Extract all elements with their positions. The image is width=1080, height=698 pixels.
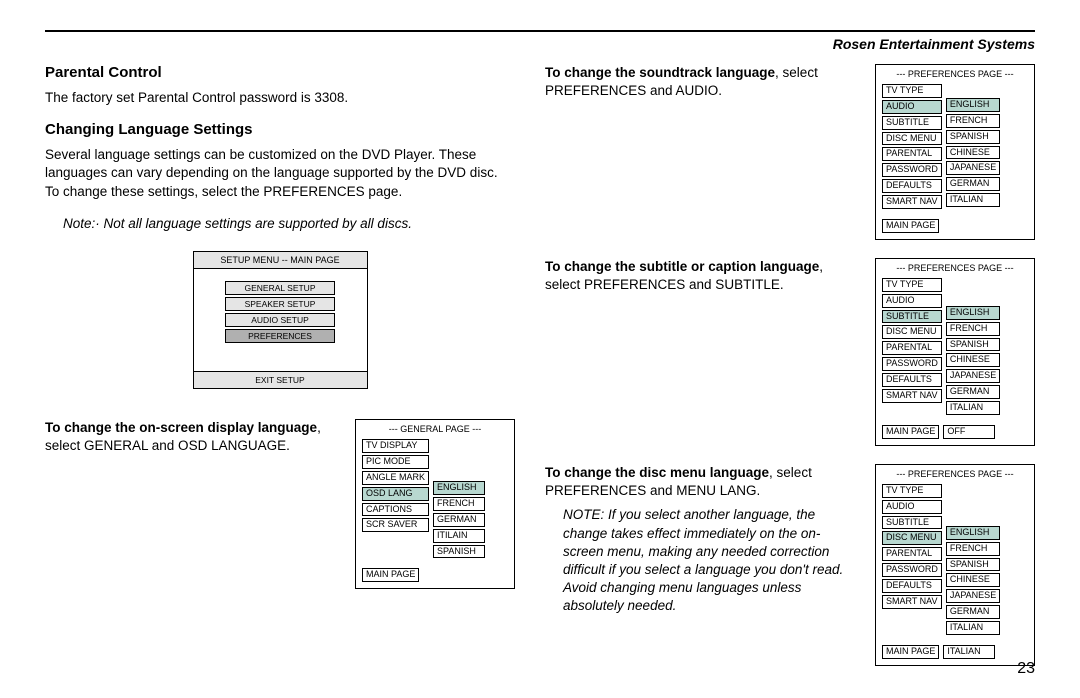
page-number: 23 bbox=[1017, 660, 1035, 678]
menu-item: DEFAULTS bbox=[882, 373, 942, 387]
menu-item: SMART NAV bbox=[882, 195, 942, 209]
setup-menu-item: GENERAL SETUP bbox=[225, 281, 335, 295]
menu-item: TV DISPLAY bbox=[362, 439, 429, 453]
menu-item: JAPANESE bbox=[946, 589, 1000, 603]
setup-menu-item: SPEAKER SETUP bbox=[225, 297, 335, 311]
menu-item: SUBTITLE bbox=[882, 310, 942, 324]
menu-item: GERMAN bbox=[946, 385, 1000, 399]
general-page-figure: --- GENERAL PAGE --- TV DISPLAY PIC MODE A… bbox=[355, 419, 515, 589]
menu-item: SMART NAV bbox=[882, 595, 942, 609]
menu-item: ITALIAN bbox=[946, 401, 1000, 415]
menu-item: FRENCH bbox=[946, 114, 1000, 128]
menu-item: PASSWORD bbox=[882, 163, 942, 177]
menu-item: AUDIO bbox=[882, 100, 942, 114]
menu-item: FRENCH bbox=[433, 497, 485, 511]
menu-item: ENGLISH bbox=[946, 306, 1000, 320]
menu-item: SPANISH bbox=[946, 130, 1000, 144]
menu-item: DEFAULTS bbox=[882, 579, 942, 593]
subtitle-instruction: To change the subtitle or caption langua… bbox=[545, 258, 860, 294]
menu-item: FRENCH bbox=[946, 542, 1000, 556]
osd-instruction: To change the on-screen display language… bbox=[45, 419, 340, 455]
menu-item: SPANISH bbox=[946, 338, 1000, 352]
pref-disc-footer1: MAIN PAGE bbox=[882, 645, 939, 659]
menu-item: SUBTITLE bbox=[882, 116, 942, 130]
pref-subtitle-title: --- PREFERENCES PAGE --- bbox=[882, 264, 1028, 274]
menu-item: DISC MENU bbox=[882, 531, 942, 545]
language-note: Note:· Not all language settings are sup… bbox=[63, 215, 515, 233]
menu-item: ITALIAN bbox=[946, 193, 1000, 207]
setup-menu-item: PREFERENCES bbox=[225, 329, 335, 343]
setup-menu-figure: SETUP MENU -- MAIN PAGE GENERAL SETUP SPE… bbox=[193, 251, 368, 389]
menu-item: CHINESE bbox=[946, 353, 1000, 367]
menu-item: SCR SAVER bbox=[362, 518, 429, 532]
menu-item: JAPANESE bbox=[946, 161, 1000, 175]
pref-audio-footer: MAIN PAGE bbox=[882, 219, 939, 233]
menu-item: GERMAN bbox=[946, 605, 1000, 619]
setup-menu-title: SETUP MENU -- MAIN PAGE bbox=[194, 252, 367, 269]
setup-menu-item: AUDIO SETUP bbox=[225, 313, 335, 327]
pref-subtitle-figure: --- PREFERENCES PAGE --- TV TYPE AUDIO SUB… bbox=[875, 258, 1035, 446]
language-settings-text: Several language settings can be customi… bbox=[45, 146, 515, 201]
pref-subtitle-footer2: OFF bbox=[943, 425, 995, 439]
disc-menu-note: NOTE: If you select another language, th… bbox=[563, 506, 860, 615]
setup-menu-footer: EXIT SETUP bbox=[194, 371, 367, 388]
menu-item: SMART NAV bbox=[882, 389, 942, 403]
menu-item: TV TYPE bbox=[882, 278, 942, 292]
menu-item: AUDIO bbox=[882, 294, 942, 308]
parental-control-text: The factory set Parental Control passwor… bbox=[45, 89, 515, 107]
menu-item: FRENCH bbox=[946, 322, 1000, 336]
menu-item: PIC MODE bbox=[362, 455, 429, 469]
menu-item: PARENTAL bbox=[882, 547, 942, 561]
general-footer: MAIN PAGE bbox=[362, 568, 419, 582]
heading-parental-control: Parental Control bbox=[45, 64, 515, 81]
menu-item: ENGLISH bbox=[946, 98, 1000, 112]
menu-item: ITILAIN bbox=[433, 529, 485, 543]
menu-item: PASSWORD bbox=[882, 563, 942, 577]
pref-audio-figure: --- PREFERENCES PAGE --- TV TYPE AUDIO SUB… bbox=[875, 64, 1035, 240]
audio-instruction: To change the soundtrack language, selec… bbox=[545, 64, 860, 100]
menu-item: AUDIO bbox=[882, 500, 942, 514]
menu-item: DISC MENU bbox=[882, 132, 942, 146]
menu-item: PARENTAL bbox=[882, 341, 942, 355]
menu-item: PARENTAL bbox=[882, 147, 942, 161]
menu-item: TV TYPE bbox=[882, 84, 942, 98]
menu-item: ITALIAN bbox=[946, 621, 1000, 635]
general-page-title: --- GENERAL PAGE --- bbox=[362, 425, 508, 435]
pref-disc-title: --- PREFERENCES PAGE --- bbox=[882, 470, 1028, 480]
pref-disc-footer2: ITALIAN bbox=[943, 645, 995, 659]
menu-item: PASSWORD bbox=[882, 357, 942, 371]
menu-item: GERMAN bbox=[433, 513, 485, 527]
menu-item: ANGLE MARK bbox=[362, 471, 429, 485]
menu-item: OSD LANG bbox=[362, 487, 429, 501]
pref-audio-title: --- PREFERENCES PAGE --- bbox=[882, 70, 1028, 80]
menu-item: SUBTITLE bbox=[882, 516, 942, 530]
heading-language-settings: Changing Language Settings bbox=[45, 121, 515, 138]
menu-item: ENGLISH bbox=[433, 481, 485, 495]
menu-item: GERMAN bbox=[946, 177, 1000, 191]
menu-item: TV TYPE bbox=[882, 484, 942, 498]
menu-item: JAPANESE bbox=[946, 369, 1000, 383]
menu-item: CHINESE bbox=[946, 573, 1000, 587]
pref-subtitle-footer1: MAIN PAGE bbox=[882, 425, 939, 439]
brand-label: Rosen Entertainment Systems bbox=[45, 36, 1035, 52]
menu-item: SPANISH bbox=[946, 558, 1000, 572]
disc-menu-instruction: To change the disc menu language, select… bbox=[545, 464, 860, 500]
menu-item: DEFAULTS bbox=[882, 179, 942, 193]
menu-item: ENGLISH bbox=[946, 526, 1000, 540]
menu-item: SPANISH bbox=[433, 545, 485, 559]
menu-item: CHINESE bbox=[946, 146, 1000, 160]
menu-item: CAPTIONS bbox=[362, 503, 429, 517]
menu-item: DISC MENU bbox=[882, 325, 942, 339]
pref-disc-figure: --- PREFERENCES PAGE --- TV TYPE AUDIO SUB… bbox=[875, 464, 1035, 666]
